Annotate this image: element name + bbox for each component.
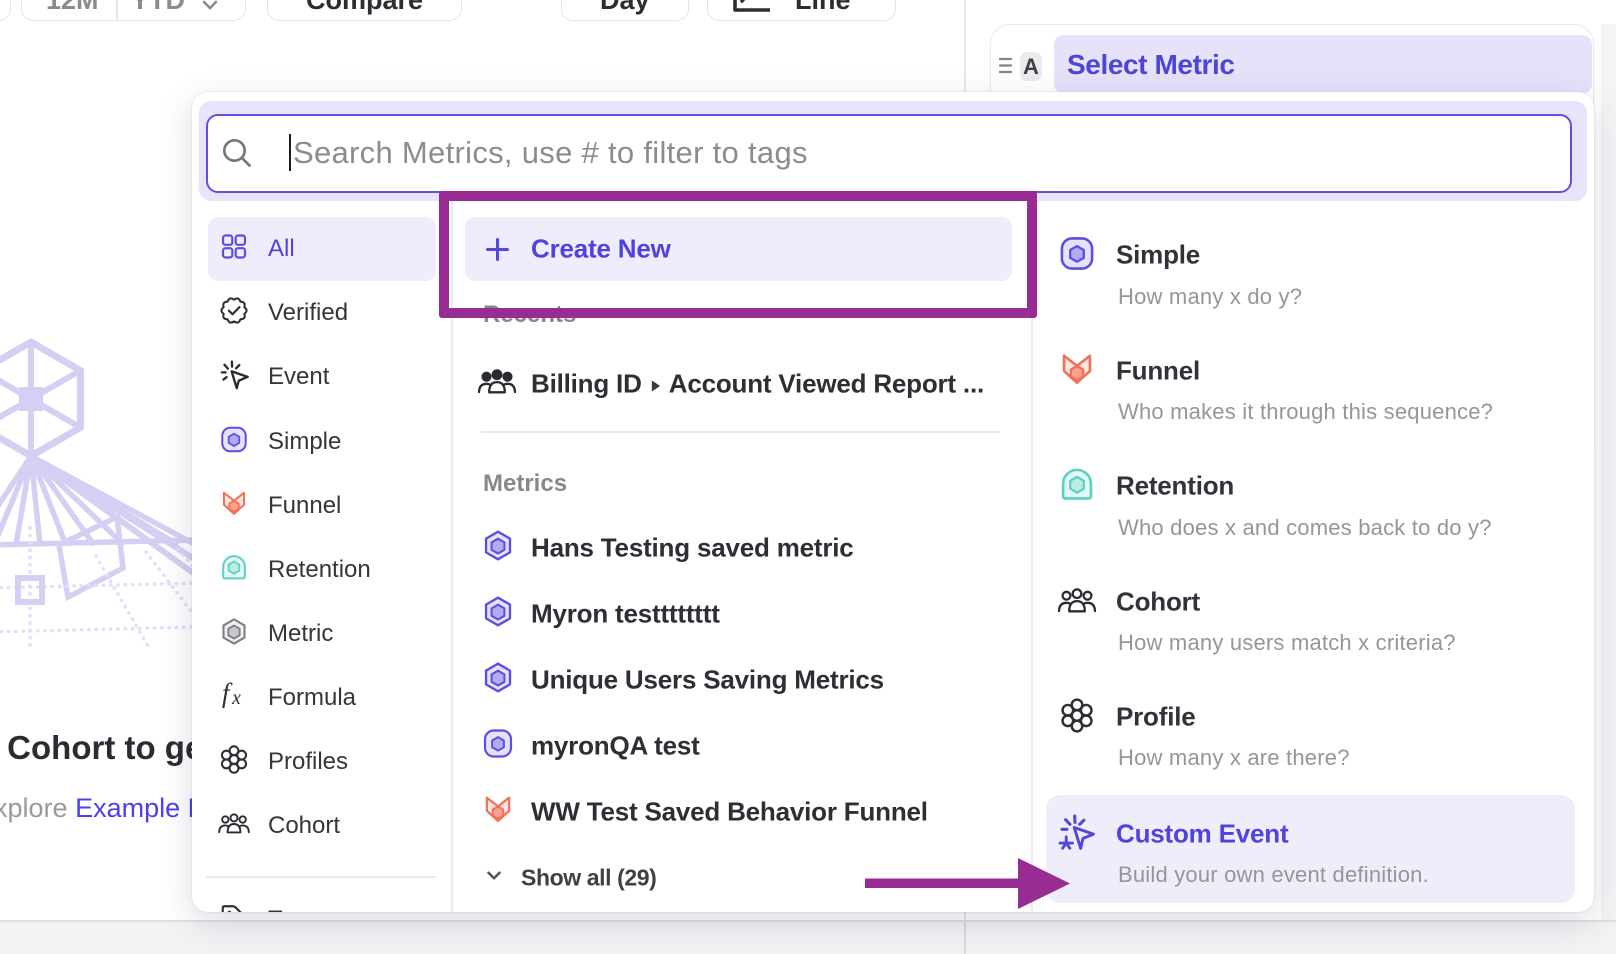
svg-text:x: x [231, 687, 241, 709]
svg-text:f: f [222, 681, 233, 709]
